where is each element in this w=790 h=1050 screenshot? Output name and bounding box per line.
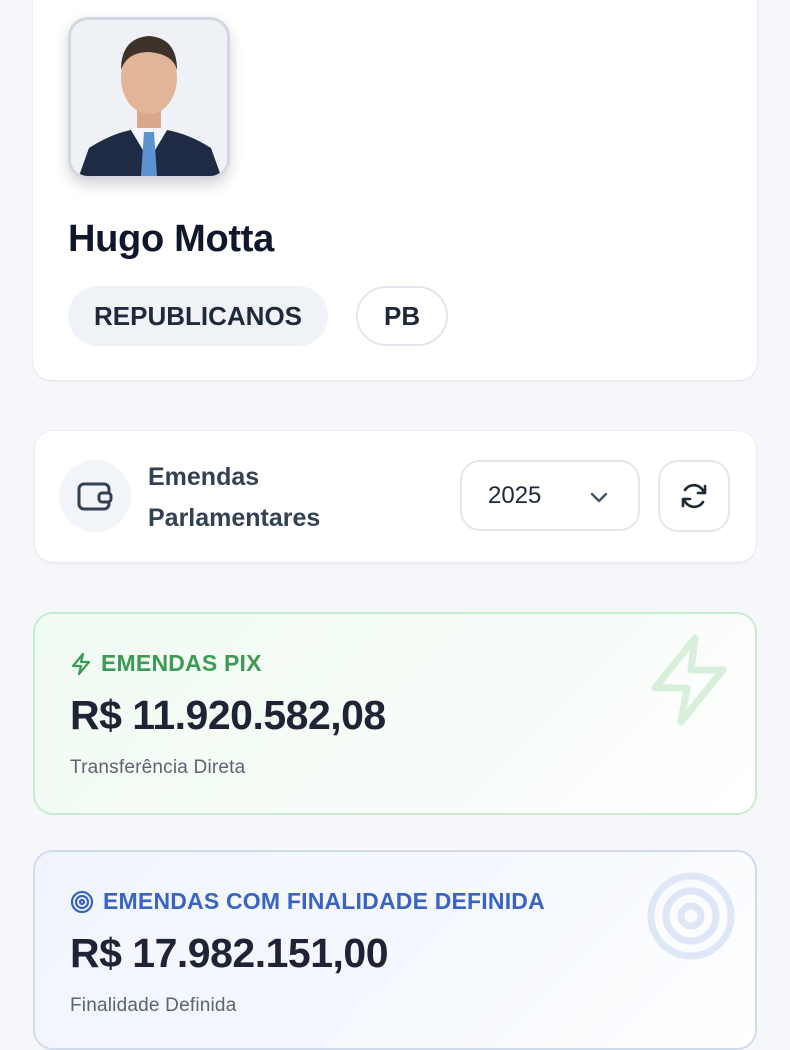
party-badge: REPUBLICANOS xyxy=(68,286,329,346)
emendas-finalidade-card[interactable]: EMENDAS COM FINALIDADE DEFINIDA R$ 17.98… xyxy=(33,850,757,1050)
emendas-pix-card[interactable]: EMENDAS PIX R$ 11.920.582,08 Transferênc… xyxy=(33,612,757,815)
state-badge: PB xyxy=(356,286,449,346)
year-select[interactable]: 2025 xyxy=(460,460,640,531)
person-photo-icon xyxy=(71,20,227,176)
refresh-button[interactable] xyxy=(658,460,730,532)
emendas-pix-subtitle: Transferência Direta xyxy=(70,757,246,778)
chevron-down-icon xyxy=(590,492,608,503)
lightning-icon xyxy=(71,652,91,675)
target-icon xyxy=(647,872,735,960)
lightning-icon xyxy=(651,634,727,726)
wallet-icon-container xyxy=(59,460,131,532)
politician-name: Hugo Motta xyxy=(68,218,274,260)
emendas-finalidade-label: EMENDAS COM FINALIDADE DEFINIDA xyxy=(70,888,545,915)
profile-card: Hugo Motta REPUBLICANOS PB xyxy=(33,0,757,380)
emendas-finalidade-label-text: EMENDAS COM FINALIDADE DEFINIDA xyxy=(103,888,545,914)
emendas-pix-label-text: EMENDAS PIX xyxy=(101,650,262,676)
emendas-finalidade-subtitle: Finalidade Definida xyxy=(70,995,237,1016)
year-select-value: 2025 xyxy=(488,482,542,509)
emendas-header-card: Emendas Parlamentares 2025 xyxy=(35,431,756,562)
profile-photo xyxy=(68,17,230,179)
emendas-finalidade-value: R$ 17.982.151,00 xyxy=(70,930,389,976)
emendas-title: Emendas Parlamentares xyxy=(148,463,321,532)
refresh-icon xyxy=(681,483,707,509)
emendas-pix-value: R$ 11.920.582,08 xyxy=(70,692,386,738)
wallet-icon xyxy=(77,482,113,511)
target-icon xyxy=(70,890,94,913)
emendas-pix-label: EMENDAS PIX xyxy=(70,650,262,677)
